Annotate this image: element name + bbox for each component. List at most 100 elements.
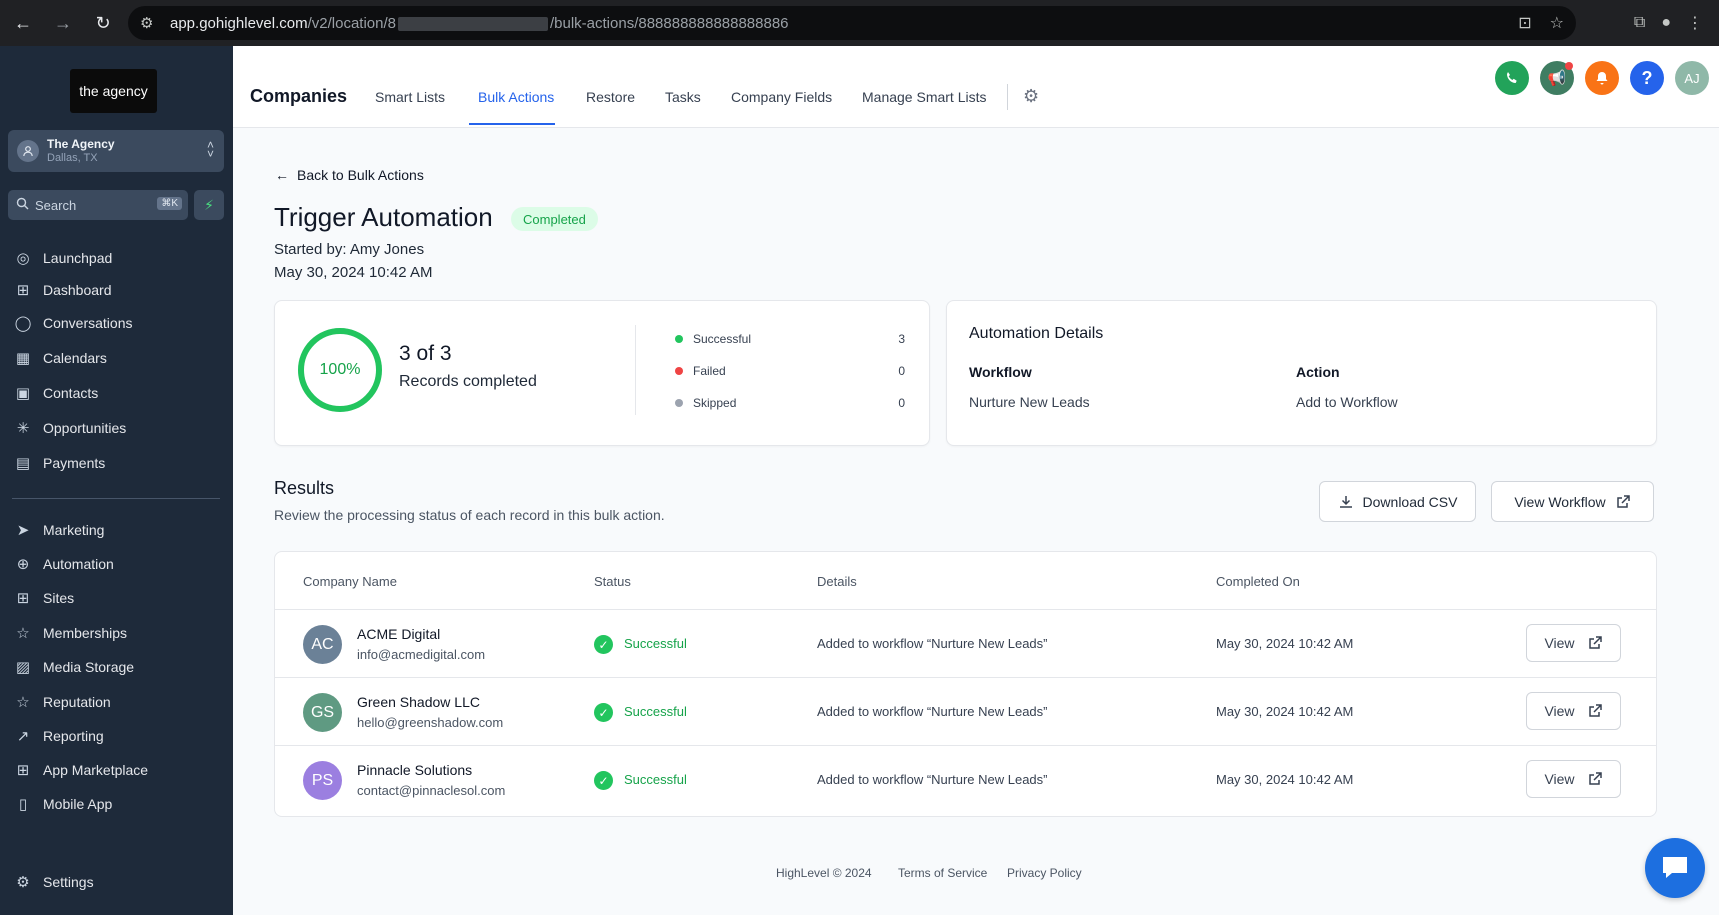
tab-restore[interactable]: Restore	[586, 89, 635, 105]
automation-details-title: Automation Details	[969, 325, 1104, 342]
profile-icon[interactable]: ●	[1661, 14, 1671, 32]
sidebar-item-conversations[interactable]: ◯ Conversations	[12, 311, 133, 335]
download-csv-button[interactable]: Download CSV	[1319, 481, 1476, 522]
sidebar-search[interactable]: Search ⌘K	[8, 190, 188, 220]
tab-company-fields[interactable]: Company Fields	[731, 89, 832, 105]
sidebar-item-dashboard[interactable]: ⊞ Dashboard	[12, 278, 112, 302]
megaphone-icon: 📢	[1547, 70, 1567, 87]
sidebar-item-media-storage[interactable]: ▨ Media Storage	[12, 655, 134, 679]
sidebar-item-opportunities[interactable]: ✳ Opportunities	[12, 416, 127, 440]
browser-menu-icon[interactable]: ⋮	[1687, 13, 1703, 33]
phone-icon: ▯	[18, 796, 28, 813]
view-record-button[interactable]: View	[1526, 624, 1621, 662]
col-header-completed-on: Completed On	[1216, 574, 1300, 589]
page-section-title: Companies	[250, 86, 348, 106]
payments-icon: ▤	[15, 455, 31, 472]
extensions-icon[interactable]: ⧉	[1634, 14, 1645, 32]
sidebar-item-app-marketplace[interactable]: ⊞ App Marketplace	[12, 758, 148, 782]
row-details: Added to workflow “Nurture New Leads”	[817, 704, 1048, 719]
external-link-icon	[1616, 494, 1630, 508]
tab-separator	[1007, 84, 1008, 110]
quick-actions-bolt-icon[interactable]: ⚡	[194, 190, 224, 220]
sidebar-item-automation[interactable]: ⊕ Automation	[12, 552, 114, 576]
row-completed-on: May 30, 2024 10:42 AM	[1216, 636, 1354, 651]
search-icon	[16, 197, 29, 213]
forward-arrow-icon[interactable]: →	[46, 6, 80, 40]
red-dot-icon	[675, 367, 683, 375]
view-workflow-button[interactable]: View Workflow	[1491, 481, 1654, 522]
tab-smart-lists[interactable]: Smart Lists	[375, 89, 445, 105]
company-avatar: PS	[303, 761, 342, 800]
stat-skipped: Skipped 0	[675, 393, 905, 413]
send-icon: ➤	[16, 522, 30, 539]
footer-terms-link[interactable]: Terms of Service	[898, 866, 987, 880]
sidebar-item-payments[interactable]: ▤ Payments	[12, 451, 105, 475]
tab-bulk-actions[interactable]: Bulk Actions	[478, 89, 554, 105]
url-redacted	[397, 16, 548, 31]
col-header-status: Status	[594, 574, 631, 589]
row-completed-on: May 30, 2024 10:42 AM	[1216, 704, 1354, 719]
sidebar-item-calendars[interactable]: ▦ Calendars	[12, 346, 107, 370]
sidebar-item-contacts[interactable]: ▣ Contacts	[12, 381, 98, 405]
sidebar-item-launchpad[interactable]: ◎ Launchpad	[12, 246, 112, 270]
status-badge: Completed	[511, 207, 598, 231]
chat-widget-button[interactable]	[1645, 838, 1705, 898]
summary-card: 100% 3 of 3 Records completed Successful…	[274, 300, 930, 446]
trend-icon: ↗	[16, 728, 30, 745]
back-to-bulk-actions-link[interactable]: ← Back to Bulk Actions	[275, 167, 424, 183]
row-details: Added to workflow “Nurture New Leads”	[817, 772, 1048, 787]
row-details: Added to workflow “Nurture New Leads”	[817, 636, 1048, 651]
view-record-button[interactable]: View	[1526, 760, 1621, 798]
stat-successful: Successful 3	[675, 329, 905, 349]
search-label: Search	[35, 197, 77, 213]
table-row: PS Pinnacle Solutions contact@pinnacleso…	[275, 745, 1656, 813]
location-address: Dallas, TX	[47, 152, 98, 164]
col-header-company: Company Name	[303, 574, 397, 589]
footer-copyright: HighLevel © 2024	[776, 866, 872, 880]
bell-icon	[1596, 72, 1608, 85]
company-name: Pinnacle Solutions	[357, 762, 473, 778]
install-app-icon[interactable]: ⊡	[1518, 13, 1531, 33]
col-header-details: Details	[817, 574, 857, 589]
progress-percent: 100%	[319, 361, 361, 378]
bookmark-star-icon[interactable]: ☆	[1550, 13, 1564, 33]
tab-manage-smart-lists[interactable]: Manage Smart Lists	[862, 89, 987, 105]
sidebar-item-reporting[interactable]: ↗ Reporting	[12, 724, 104, 748]
view-record-button[interactable]: View	[1526, 692, 1621, 730]
row-status: Successful	[624, 636, 687, 651]
tab-settings-gear-icon[interactable]: ⚙	[1023, 86, 1039, 107]
notification-dot	[1565, 62, 1573, 70]
sidebar-item-mobile-app[interactable]: ▯ Mobile App	[12, 792, 112, 816]
reload-icon[interactable]: ↻	[86, 6, 120, 40]
workflow-value: Nurture New Leads	[969, 394, 1090, 410]
sidebar-item-reputation[interactable]: ☆ Reputation	[12, 690, 110, 714]
footer-privacy-link[interactable]: Privacy Policy	[1007, 866, 1082, 880]
notifications-button[interactable]	[1585, 61, 1619, 95]
agency-logo[interactable]: the agency	[70, 69, 157, 113]
site-settings-icon[interactable]: ⚙	[140, 14, 164, 32]
phone-call-button[interactable]	[1495, 61, 1529, 95]
company-email: hello@greenshadow.com	[357, 715, 504, 730]
arrow-left-icon: ←	[275, 167, 289, 183]
records-count: 3 of 3	[399, 342, 452, 365]
sites-icon: ⊞	[16, 590, 30, 607]
active-tab-indicator	[469, 123, 555, 125]
action-value: Add to Workflow	[1296, 394, 1398, 410]
announcements-button[interactable]: 📢	[1540, 61, 1574, 95]
sidebar-item-sites[interactable]: ⊞ Sites	[12, 586, 74, 610]
tab-tasks[interactable]: Tasks	[665, 89, 701, 105]
location-switcher[interactable]: The Agency Dallas, TX ˄ ˅	[8, 130, 224, 172]
sidebar-item-marketing[interactable]: ➤ Marketing	[12, 518, 105, 542]
table-row: AC ACME Digital info@acmedigital.com ✓ S…	[275, 609, 1656, 677]
sidebar-item-settings[interactable]: ⚙ Settings	[12, 870, 93, 894]
action-label: Action	[1296, 364, 1340, 380]
company-name: ACME Digital	[357, 626, 441, 642]
address-bar[interactable]: ⚙ app.gohighlevel.com/v2/location/8/bulk…	[128, 6, 1576, 40]
sidebar-item-memberships[interactable]: ☆ Memberships	[12, 621, 127, 645]
url-text: app.gohighlevel.com/v2/location/8/bulk-a…	[170, 14, 789, 32]
company-avatar: AC	[303, 625, 342, 664]
back-arrow-icon[interactable]: ←	[6, 6, 40, 40]
user-avatar[interactable]: AJ	[1675, 61, 1709, 95]
help-button[interactable]: ?	[1630, 61, 1664, 95]
image-icon: ▨	[15, 659, 31, 676]
